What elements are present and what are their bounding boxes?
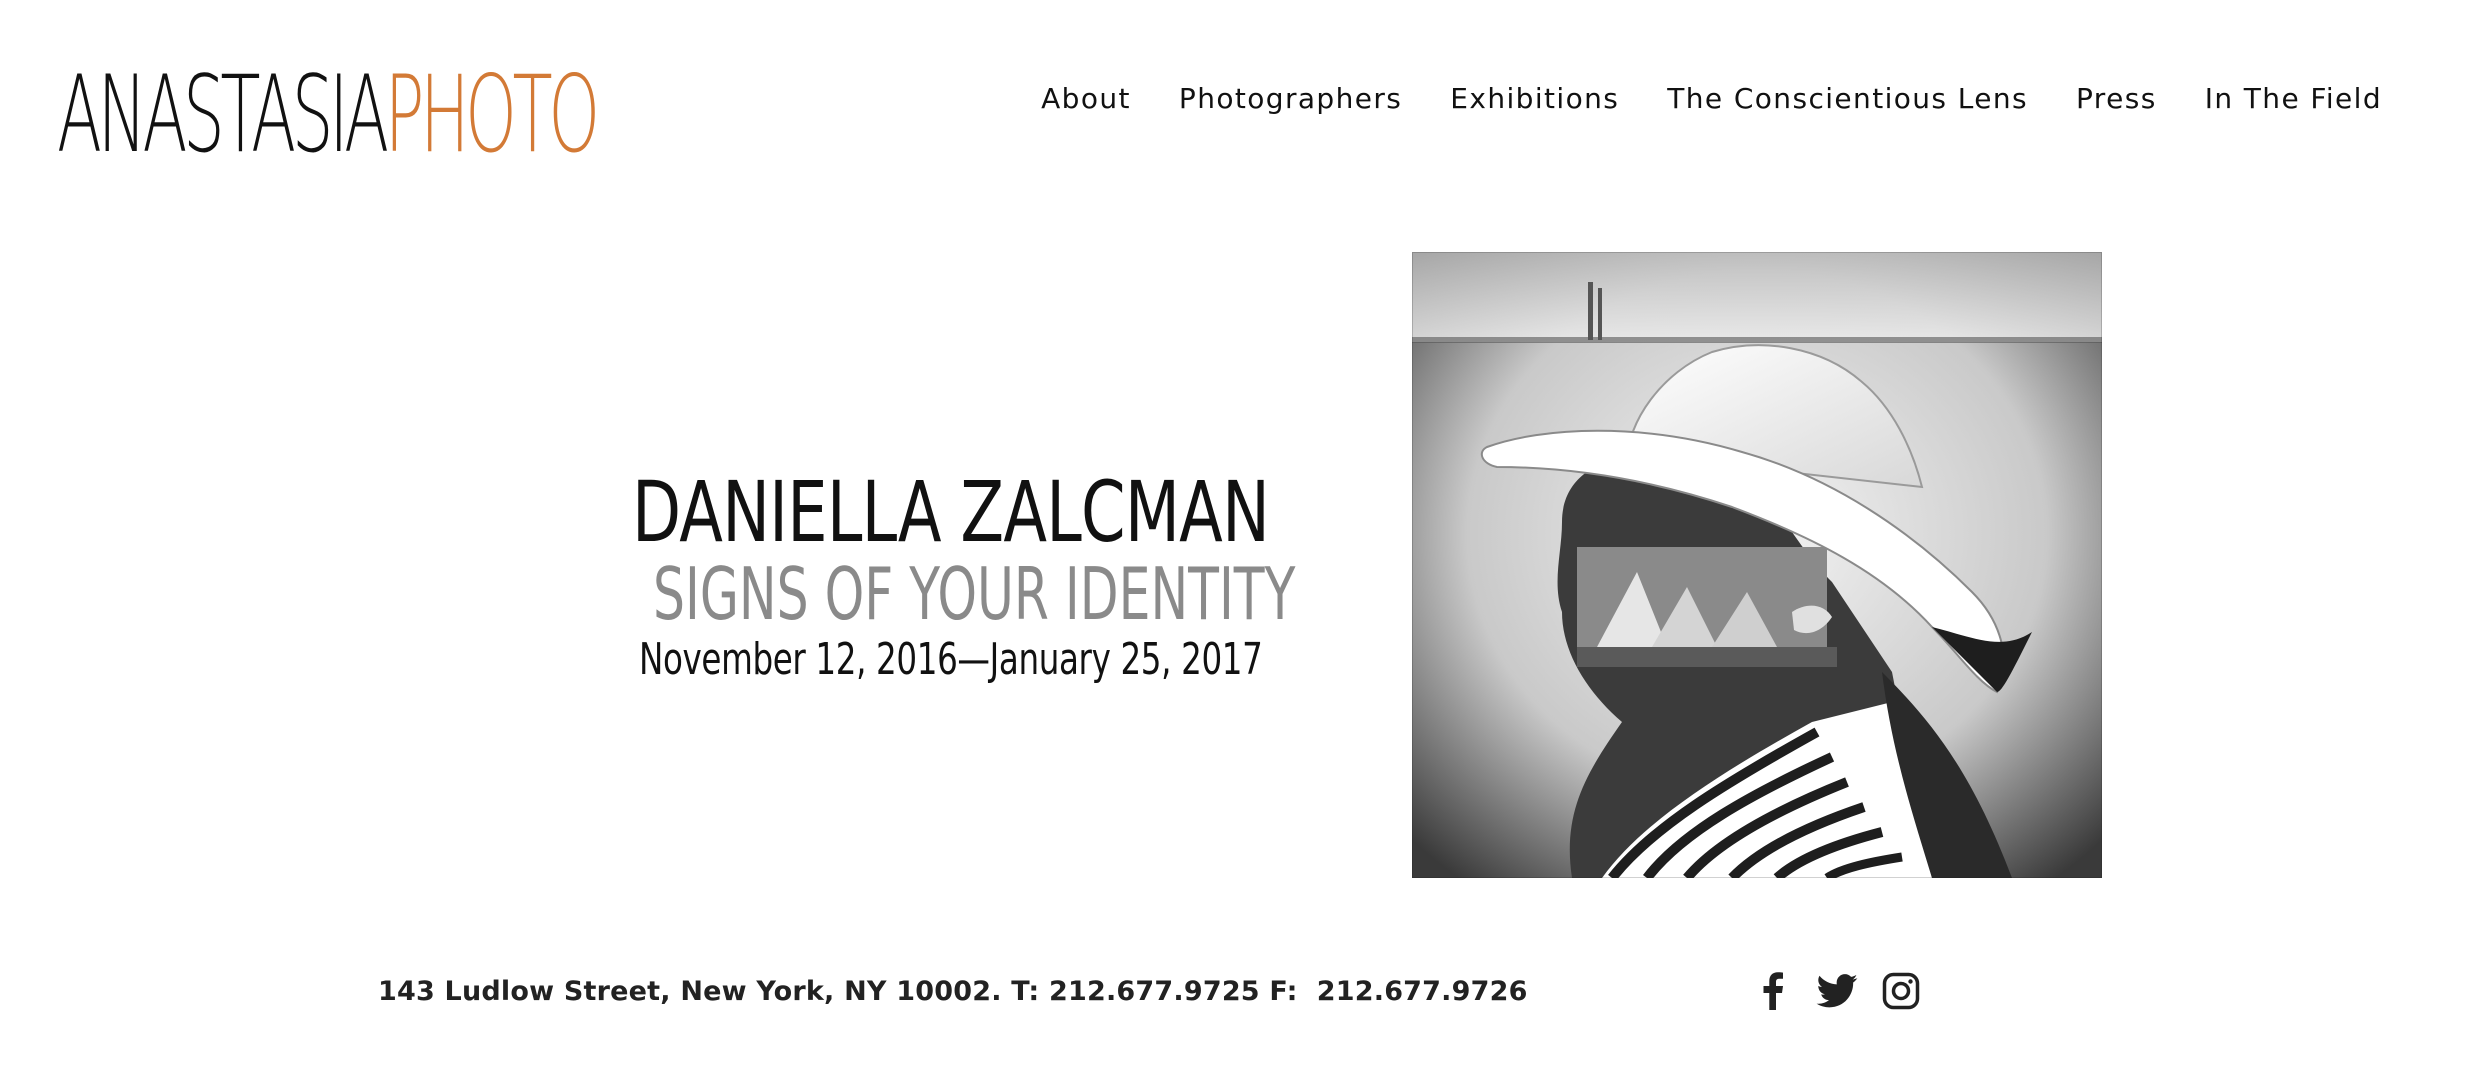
footer-phone[interactable]: 212.677.9725 [1049, 976, 1260, 1007]
footer-fax-label: F: [1269, 976, 1298, 1007]
logo-text-primary: ANASTASIA [57, 53, 389, 176]
photo-portrait-cowboy-hat [1412, 252, 2102, 878]
facebook-glyph [1763, 972, 1783, 1010]
nav-item-in-the-field[interactable]: In The Field [2205, 82, 2382, 115]
footer-contact: 143 Ludlow Street, New York, NY 10002. T… [378, 976, 1528, 1007]
instagram-glyph [1882, 972, 1920, 1010]
main-nav: About Photographers Exhibitions The Cons… [993, 82, 2382, 115]
nav-item-press[interactable]: Press [2076, 82, 2157, 115]
instagram-icon[interactable] [1880, 970, 1922, 1012]
nav-item-conscientious-lens[interactable]: The Conscientious Lens [1667, 82, 2028, 115]
exhibition-title-block[interactable]: DANIELLA ZALCMAN SIGNS OF YOUR IDENTITY … [548, 463, 1296, 685]
exhibition-artist: DANIELLA ZALCMAN [632, 463, 1270, 561]
footer-fax: 212.677.9726 [1316, 976, 1528, 1007]
exhibition-photo[interactable] [1412, 252, 2102, 878]
site-logo[interactable]: ANASTASIA PHOTO [57, 53, 600, 176]
nav-item-about[interactable]: About [1041, 82, 1131, 115]
twitter-glyph [1816, 974, 1858, 1008]
footer-phone-label: T: [1011, 976, 1040, 1007]
footer-address-text: 143 Ludlow Street, New York, NY 10002. [378, 976, 1002, 1007]
social-links [1752, 970, 1922, 1012]
exhibition-title: SIGNS OF YOUR IDENTITY [653, 552, 1296, 636]
facebook-icon[interactable] [1752, 970, 1794, 1012]
exhibition-dates: November 12, 2016—January 25, 2017 [639, 634, 1263, 685]
nav-item-exhibitions[interactable]: Exhibitions [1450, 82, 1619, 115]
page: ANASTASIA PHOTO About Photographers Exhib… [0, 0, 2482, 1080]
nav-item-photographers[interactable]: Photographers [1179, 82, 1402, 115]
twitter-icon[interactable] [1816, 970, 1858, 1012]
logo-text-accent: PHOTO [384, 53, 600, 176]
